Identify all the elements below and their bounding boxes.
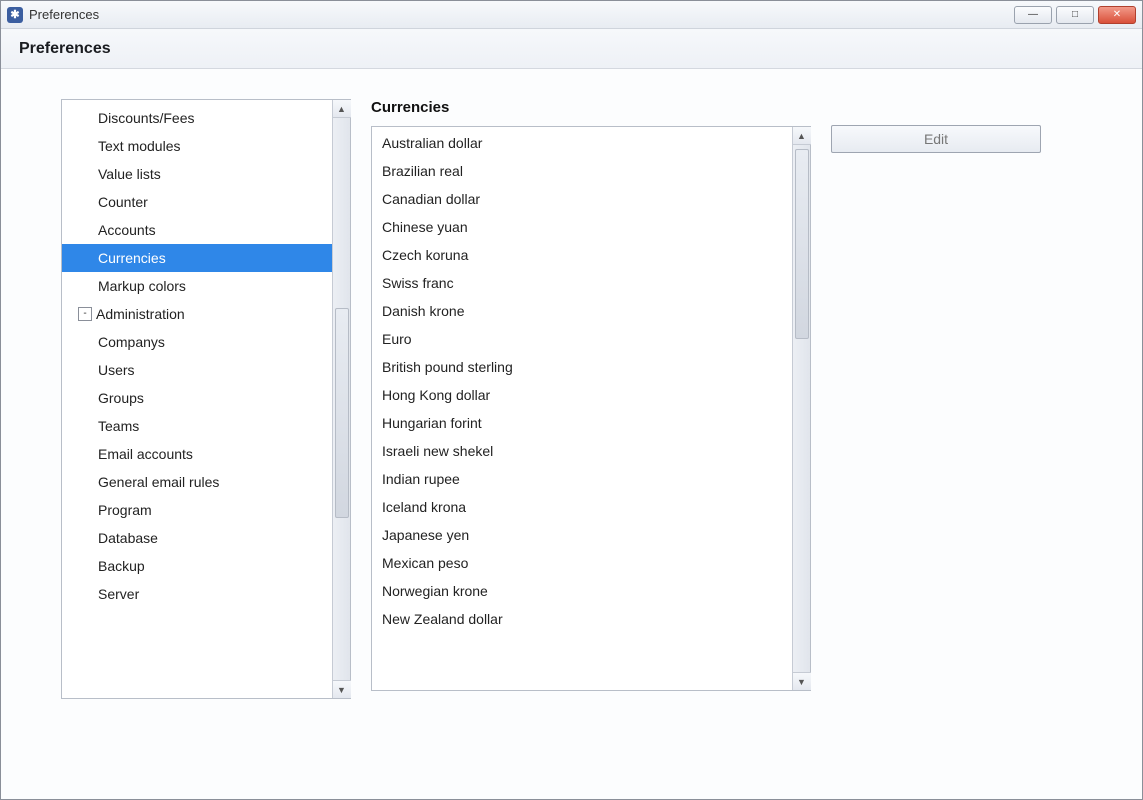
currencies-title: Currencies bbox=[371, 99, 811, 116]
page-header: Preferences bbox=[1, 29, 1142, 69]
scroll-down-icon[interactable]: ▼ bbox=[793, 672, 811, 690]
tree-item[interactable]: -Administration bbox=[62, 300, 350, 328]
currencies-section: Currencies Australian dollarBrazilian re… bbox=[371, 99, 811, 769]
app-icon: ✱ bbox=[7, 7, 23, 23]
list-item[interactable]: Hong Kong dollar bbox=[372, 381, 810, 409]
list-item[interactable]: Danish krone bbox=[372, 297, 810, 325]
minimize-button[interactable]: — bbox=[1014, 6, 1052, 24]
list-viewport: Australian dollarBrazilian realCanadian … bbox=[372, 127, 810, 690]
list-item[interactable]: Iceland krona bbox=[372, 493, 810, 521]
scroll-thumb[interactable] bbox=[335, 308, 349, 518]
tree-item[interactable]: Teams bbox=[62, 412, 350, 440]
scroll-thumb[interactable] bbox=[795, 149, 809, 339]
tree-item[interactable]: Value lists bbox=[62, 160, 350, 188]
preferences-tree[interactable]: Discounts/Fees Text modules Value lists Cou… bbox=[61, 99, 351, 699]
window-title: Preferences bbox=[29, 7, 99, 22]
close-button[interactable]: ✕ bbox=[1098, 6, 1136, 24]
tree-item-label: Markup colors bbox=[98, 278, 186, 294]
edit-button[interactable]: Edit bbox=[831, 125, 1041, 153]
tree-item-label: Database bbox=[98, 530, 158, 546]
tree-item-label: Companys bbox=[98, 334, 165, 350]
tree-item[interactable]: Backup bbox=[62, 552, 350, 580]
tree-item[interactable]: Groups bbox=[62, 384, 350, 412]
list-item[interactable]: Norwegian krone bbox=[372, 577, 810, 605]
maximize-button[interactable]: □ bbox=[1056, 6, 1094, 24]
list-item[interactable]: Japanese yen bbox=[372, 521, 810, 549]
currencies-list[interactable]: Australian dollarBrazilian realCanadian … bbox=[371, 126, 811, 691]
tree-item[interactable]: Discounts/Fees bbox=[62, 104, 350, 132]
tree-item[interactable]: Currencies bbox=[62, 244, 350, 272]
tree-item-label: Text modules bbox=[98, 138, 180, 154]
list-item[interactable]: Euro bbox=[372, 325, 810, 353]
tree-item[interactable]: Accounts bbox=[62, 216, 350, 244]
tree-item[interactable]: Program bbox=[62, 496, 350, 524]
action-panel: Edit bbox=[831, 99, 1041, 769]
list-item[interactable]: Hungarian forint bbox=[372, 409, 810, 437]
scroll-down-icon[interactable]: ▼ bbox=[333, 680, 351, 698]
tree-item-label: Discounts/Fees bbox=[98, 110, 194, 126]
tree-item[interactable]: Text modules bbox=[62, 132, 350, 160]
tree-item-label: Administration bbox=[96, 306, 185, 322]
tree-item[interactable]: Users bbox=[62, 356, 350, 384]
content-area: Discounts/Fees Text modules Value lists Cou… bbox=[1, 69, 1142, 799]
tree-item-label: Program bbox=[98, 502, 152, 518]
page-title: Preferences bbox=[19, 40, 111, 58]
list-item[interactable]: Australian dollar bbox=[372, 129, 810, 157]
tree-item-label: Accounts bbox=[98, 222, 156, 238]
list-item[interactable]: British pound sterling bbox=[372, 353, 810, 381]
tree-item[interactable]: Database bbox=[62, 524, 350, 552]
list-item[interactable]: Chinese yuan bbox=[372, 213, 810, 241]
list-item[interactable]: Mexican peso bbox=[372, 549, 810, 577]
list-item[interactable]: Indian rupee bbox=[372, 465, 810, 493]
tree-item[interactable]: Counter bbox=[62, 188, 350, 216]
scroll-up-icon[interactable]: ▲ bbox=[793, 127, 811, 145]
list-scrollbar[interactable]: ▲ ▼ bbox=[792, 127, 810, 690]
tree-item-label: Value lists bbox=[98, 166, 161, 182]
list-item[interactable]: Swiss franc bbox=[372, 269, 810, 297]
tree-item-label: Currencies bbox=[98, 250, 166, 266]
scroll-up-icon[interactable]: ▲ bbox=[333, 100, 351, 118]
tree-item-label: Teams bbox=[98, 418, 139, 434]
list-item[interactable]: Israeli new shekel bbox=[372, 437, 810, 465]
titlebar-left: ✱ Preferences bbox=[7, 7, 99, 23]
tree-item[interactable]: Server bbox=[62, 580, 350, 608]
tree-item-label: Email accounts bbox=[98, 446, 193, 462]
tree-item-label: Groups bbox=[98, 390, 144, 406]
list-item[interactable]: Czech koruna bbox=[372, 241, 810, 269]
tree-item-label: Users bbox=[98, 362, 135, 378]
tree-item-label: Counter bbox=[98, 194, 148, 210]
preferences-window: ✱ Preferences — □ ✕ Preferences Discount… bbox=[0, 0, 1143, 800]
tree-viewport: Discounts/Fees Text modules Value lists Cou… bbox=[62, 100, 350, 698]
tree-item-label: General email rules bbox=[98, 474, 219, 490]
list-item[interactable]: Brazilian real bbox=[372, 157, 810, 185]
list-item[interactable]: Canadian dollar bbox=[372, 185, 810, 213]
tree-item[interactable]: Companys bbox=[62, 328, 350, 356]
tree-item-label: Server bbox=[98, 586, 139, 602]
window-controls: — □ ✕ bbox=[1014, 6, 1136, 24]
expander-icon[interactable]: - bbox=[78, 307, 92, 321]
tree-scrollbar[interactable]: ▲ ▼ bbox=[332, 100, 350, 698]
tree-item[interactable]: Email accounts bbox=[62, 440, 350, 468]
titlebar[interactable]: ✱ Preferences — □ ✕ bbox=[1, 1, 1142, 29]
tree-item[interactable]: Markup colors bbox=[62, 272, 350, 300]
list-item[interactable]: New Zealand dollar bbox=[372, 605, 810, 633]
tree-item[interactable]: General email rules bbox=[62, 468, 350, 496]
tree-item-label: Backup bbox=[98, 558, 145, 574]
